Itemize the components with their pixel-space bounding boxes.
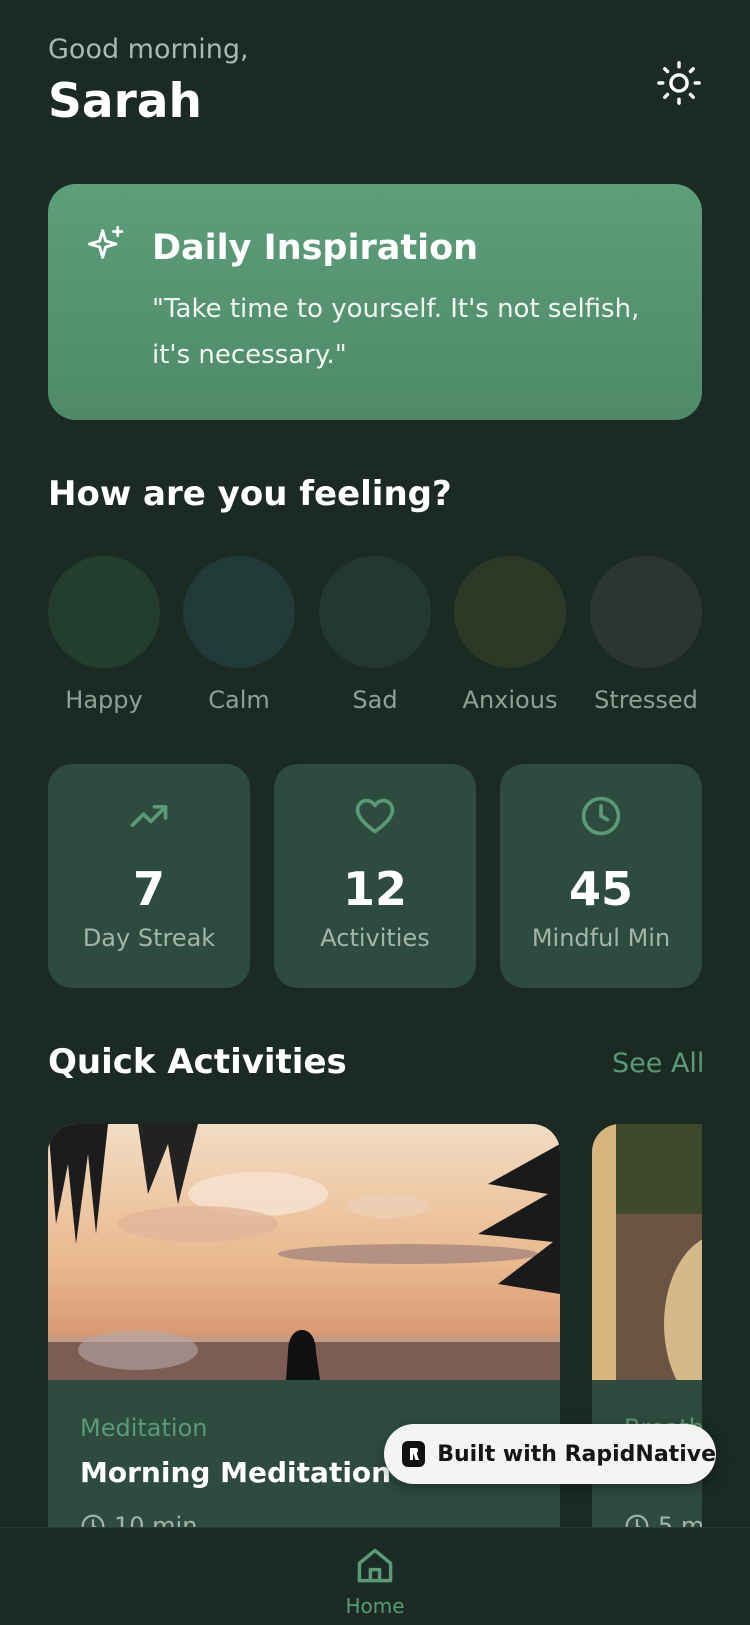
stat-label: Activities [320, 924, 430, 952]
stat-card-mindful: 45 Mindful Min [500, 764, 702, 988]
built-with-badge[interactable]: Built with RapidNative [384, 1424, 716, 1484]
trending-up-icon [130, 805, 168, 827]
quick-activities-title: Quick Activities [48, 1042, 347, 1082]
stat-card-activities: 12 Activities [274, 764, 476, 988]
badge-text: Built with RapidNative [437, 1441, 716, 1467]
mood-label: Anxious [462, 686, 558, 714]
inspiration-quote: "Take time to yourself. It's not selfish… [152, 294, 640, 370]
clock-icon [81, 1514, 105, 1528]
sparkles-icon [87, 225, 124, 259]
mood-circle [454, 556, 566, 668]
mood-option-stressed[interactable]: Stressed [590, 556, 702, 714]
activity-duration: 10 min [80, 1512, 197, 1528]
stat-value: 45 [568, 862, 633, 916]
mood-label: Stressed [594, 686, 698, 714]
mood-option-happy[interactable]: Happy [48, 556, 160, 714]
stat-label: Mindful Min [531, 924, 671, 952]
mood-circle [183, 556, 295, 668]
heart-icon [355, 798, 395, 834]
sunset-beach-image [48, 1124, 560, 1380]
mood-option-anxious[interactable]: Anxious [454, 556, 566, 714]
mood-option-sad[interactable]: Sad [319, 556, 431, 714]
greeting-text: Good morning, [48, 34, 249, 65]
stat-label: Day Streak [82, 924, 216, 952]
mood-circle [319, 556, 431, 668]
clock-icon [581, 796, 621, 836]
mood-circle [590, 556, 702, 668]
mood-selector: Happy Calm Sad Anxious Stressed [48, 556, 702, 716]
daily-inspiration-card: Daily Inspiration "Take time to yourself… [48, 184, 702, 420]
bottom-tab-bar: Home [0, 1527, 750, 1625]
clock-icon [625, 1514, 649, 1528]
mood-label: Calm [208, 686, 270, 714]
stat-value: 12 [342, 862, 407, 916]
duration-text: 5 m [658, 1512, 702, 1528]
mood-option-calm[interactable]: Calm [183, 556, 295, 714]
stat-value: 7 [132, 862, 165, 916]
home-icon [357, 1548, 393, 1583]
forest-image [592, 1124, 702, 1380]
stat-card-streak: 7 Day Streak [48, 764, 250, 988]
inspiration-title: Daily Inspiration [152, 228, 479, 268]
activity-duration: 5 m [624, 1512, 702, 1528]
activity-title: Morning Meditation [80, 1456, 392, 1489]
tab-home[interactable]: Home [345, 1544, 405, 1618]
mood-circle [48, 556, 160, 668]
see-all-link[interactable]: See All [612, 1048, 704, 1079]
activity-category: Meditation [80, 1414, 208, 1442]
tab-label: Home [345, 1594, 405, 1618]
mood-label: Sad [352, 686, 398, 714]
duration-text: 10 min [114, 1512, 198, 1528]
user-name: Sarah [48, 74, 202, 129]
mood-label: Happy [65, 686, 143, 714]
theme-toggle-button[interactable] [652, 56, 706, 110]
rapidnative-logo-icon [402, 1441, 426, 1467]
sun-icon [657, 61, 701, 105]
stats-row: 7 Day Streak 12 Activities 45 Mindful Mi… [48, 764, 702, 988]
mood-section-title: How are you feeling? [48, 474, 452, 514]
